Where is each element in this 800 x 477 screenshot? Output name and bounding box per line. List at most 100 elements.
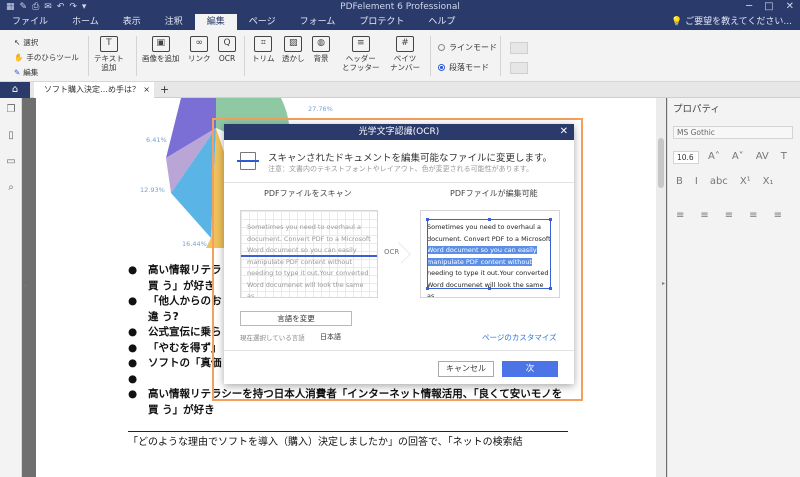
link-icon: ∞ — [190, 36, 209, 52]
home-icon: ⌂ — [11, 84, 19, 95]
minimize-button[interactable]: ─ — [746, 1, 752, 12]
justify-icon[interactable]: ≡ — [749, 210, 757, 221]
watermark-button[interactable]: ▨ 透かし — [282, 36, 305, 63]
subscript-icon[interactable]: X₁ — [763, 176, 774, 187]
menu-page[interactable]: ページ — [237, 14, 288, 30]
font-family-select[interactable]: MS Gothic — [673, 126, 793, 139]
document-tab[interactable]: ソフト購入決定…め手は？ × — [34, 82, 154, 98]
ocr-dialog-heading: スキャンされたドキュメントを編集可能なファイルに変更します。 — [268, 153, 553, 164]
list-item[interactable]: 買 う」が好き — [128, 403, 568, 419]
comment-icon[interactable]: ▭ — [5, 156, 17, 168]
line-spacing-icon[interactable]: ≡ — [774, 210, 782, 221]
bates-number-button[interactable]: # ベイツ ナンバー — [390, 36, 420, 72]
ribbon-divider — [500, 36, 501, 76]
character-spacing-icon[interactable]: AV — [756, 151, 769, 162]
chart-label: 12.93% — [140, 186, 165, 194]
crop-button[interactable]: ⌗ トリム — [252, 36, 275, 63]
menu-file[interactable]: ファイル — [0, 14, 60, 30]
bullet-spacer — [128, 403, 134, 419]
add-tab-button[interactable]: + — [160, 82, 169, 97]
menu-protect[interactable]: プロテクト — [347, 14, 416, 30]
font-size-select[interactable]: 10.6 — [673, 151, 699, 164]
preview-line: Word documenet will look the same as. — [247, 280, 364, 298]
text-icon: T — [99, 36, 118, 52]
scrollbar-thumb[interactable] — [658, 138, 664, 188]
ribbon-divider — [88, 36, 89, 76]
close-tab-icon[interactable]: × — [143, 82, 150, 98]
edit-tool[interactable]: ✎ 編集 — [14, 65, 79, 80]
bold-icon[interactable]: B — [676, 176, 683, 187]
menu-form[interactable]: フォーム — [288, 14, 348, 30]
header-footer-button[interactable]: ≡ ヘッダー とフッター — [342, 36, 380, 72]
shrink-font-icon[interactable]: A˅ — [732, 151, 744, 162]
text-selection-box — [426, 218, 552, 290]
divider — [224, 350, 574, 351]
align-left-icon[interactable]: ≡ — [676, 210, 684, 221]
align-center-icon[interactable]: ≡ — [700, 210, 708, 221]
bullet-icon: ● — [128, 341, 138, 354]
ribbon-divider — [430, 36, 431, 76]
document-paragraph[interactable]: 「どのような理由でソフトを導入（購入）決定しましたか」の回答で、「ネットの検索結 — [128, 431, 568, 449]
cancel-button[interactable]: キャンセル — [438, 361, 494, 377]
bullet-icon: ● — [128, 357, 138, 369]
current-language-value: 日本語 — [320, 333, 341, 341]
customize-pages-link[interactable]: ページのカスタマイズ — [482, 332, 557, 343]
document-tab-strip: ⌂ ソフト購入決定…め手は？ × + — [0, 82, 800, 98]
hand-tool[interactable]: ✋ 手のひらツール — [14, 50, 79, 65]
align-right-icon[interactable]: ≡ — [725, 210, 733, 221]
add-text-button[interactable]: T テキスト 追加 — [94, 36, 124, 72]
paragraph-mode-radio[interactable]: 段落モード — [438, 62, 489, 73]
thumbnails-icon[interactable]: ❐ — [5, 104, 17, 116]
properties-panel: プロパティ MS Gothic 10.6 A˄ A˅ AV T B I abc … — [662, 98, 800, 477]
expand-left-panel-icon[interactable]: ▸ — [24, 282, 27, 289]
list-item-text: 「他人からのお — [148, 295, 222, 307]
preview-line: manipulate PDF content without — [247, 257, 353, 266]
add-image-label: 画像を追加 — [142, 54, 180, 63]
menu-home[interactable]: ホーム — [60, 14, 111, 30]
superscript-icon[interactable]: X¹ — [740, 176, 751, 187]
preview-line: Sometimes you need to overhaul a — [247, 223, 361, 231]
resize-handle — [426, 287, 429, 290]
bates-number-icon: # — [396, 36, 414, 52]
line-mode-radio[interactable]: ラインモード — [438, 42, 497, 53]
list-item-text: 高い情報リテラ — [148, 264, 222, 276]
menu-edit[interactable]: 編集 — [194, 14, 237, 30]
next-button[interactable]: 次 — [502, 361, 558, 377]
add-image-button[interactable]: ▣ 画像を追加 — [142, 36, 180, 63]
menu-view[interactable]: 表示 — [111, 14, 153, 30]
bullet-icon: ● — [128, 372, 138, 385]
collapse-right-panel-icon[interactable]: ▸ — [662, 280, 665, 287]
background-button[interactable]: ◍ 背景 — [312, 36, 330, 63]
ocr-dialog-title: 光学文字認識(OCR) — [358, 127, 440, 137]
ocr-button[interactable]: Q OCR — [218, 36, 236, 63]
resize-handle — [426, 218, 429, 221]
close-dialog-icon[interactable]: ✕ — [560, 124, 568, 140]
ocr-arrow-label: OCR — [384, 248, 400, 256]
font-adjust-row: A˄ A˅ AV T — [708, 151, 787, 162]
radio-on-icon — [438, 64, 445, 71]
feedback-search[interactable]: 💡 ご要望を教えてください... — [671, 14, 792, 30]
header-footer-label: ヘッダー とフッター — [342, 54, 380, 72]
menu-help[interactable]: ヘルプ — [416, 14, 467, 30]
text-color-icon[interactable]: T — [781, 151, 787, 162]
window-title: PDFelement 6 Professional — [340, 2, 460, 12]
select-tool[interactable]: ↖ 選択 — [14, 35, 79, 50]
vertical-scrollbar[interactable] — [656, 98, 666, 477]
menu-comment[interactable]: 注釈 — [153, 14, 195, 30]
maximize-button[interactable]: □ — [764, 1, 773, 12]
change-language-button[interactable]: 言語を変更 — [240, 311, 352, 326]
preview-line: needing to type it out.Your converted — [247, 269, 369, 277]
grow-font-icon[interactable]: A˄ — [708, 151, 720, 162]
title-bar: ▦ ✎ ⎙ ✉ ↶ ↷ ▾ PDFelement 6 Professional … — [0, 0, 800, 30]
search-icon[interactable]: ⌕ — [5, 182, 17, 194]
bookmark-icon[interactable]: ▯ — [5, 130, 17, 142]
link-button[interactable]: ∞ リンク — [188, 36, 211, 63]
bullet-icon: ● — [128, 326, 138, 338]
ocr-label: OCR — [218, 54, 236, 63]
italic-icon[interactable]: I — [695, 176, 698, 187]
scan-line — [241, 255, 377, 257]
home-tab-button[interactable]: ⌂ — [0, 82, 30, 98]
bullet-icon: ● — [128, 295, 138, 307]
strikethrough-icon[interactable]: abc — [710, 176, 728, 187]
close-window-button[interactable]: ✕ — [786, 1, 794, 12]
